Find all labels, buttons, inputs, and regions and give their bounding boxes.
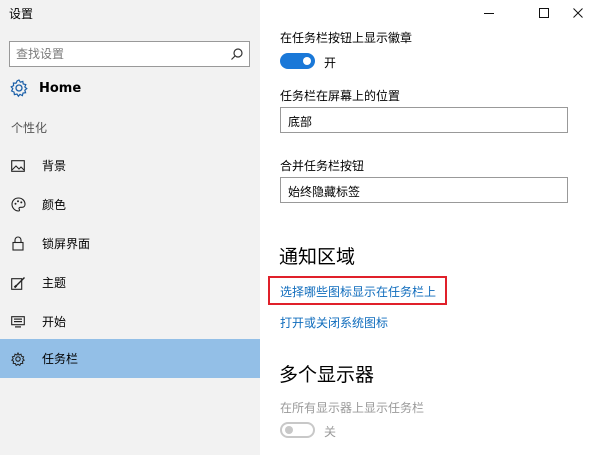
show-on-all-toggle-state: 关: [324, 425, 337, 439]
sidebar-item-taskbar[interactable]: 任务栏: [0, 339, 260, 378]
taskbar-icon: [10, 351, 26, 367]
sidebar-item-lock-screen[interactable]: 锁屏界面: [0, 224, 260, 263]
home-nav-item[interactable]: Home: [9, 77, 81, 99]
sidebar-item-label: 锁屏界面: [42, 237, 91, 251]
search-input[interactable]: [10, 42, 224, 66]
show-on-all-displays-label: 在所有显示器上显示任务栏: [280, 401, 425, 415]
sidebar-item-label: 任务栏: [42, 352, 79, 366]
combine-value: 始终隐藏标签: [288, 185, 361, 199]
system-icons-link[interactable]: 打开或关闭系统图标: [280, 314, 388, 331]
position-label: 任务栏在屏幕上的位置: [280, 89, 401, 103]
position-value: 底部: [288, 115, 313, 129]
badges-toggle-state: 开: [324, 56, 337, 70]
lock-icon: [10, 236, 26, 252]
search-box[interactable]: [9, 41, 250, 67]
start-menu-icon: [10, 314, 26, 330]
settings-panel: 在任务栏按钮上显示徽章 开 任务栏在屏幕上的位置 底部 合并任务栏按钮 始终隐藏…: [260, 0, 600, 455]
sidebar-item-label: 颜色: [42, 198, 67, 212]
sidebar-item-start[interactable]: 开始: [0, 302, 260, 341]
brush-icon: [10, 275, 26, 291]
select-taskbar-icons-link[interactable]: 选择哪些图标显示在任务栏上: [280, 283, 436, 300]
combine-label: 合并任务栏按钮: [280, 159, 365, 173]
palette-icon: [10, 197, 26, 213]
toggle-knob: [303, 57, 311, 65]
badges-toggle[interactable]: [280, 53, 315, 69]
search-icon[interactable]: [230, 47, 244, 61]
sidebar-item-label: 开始: [42, 315, 67, 329]
window-title: 设置: [9, 7, 34, 21]
sidebar-item-themes[interactable]: 主题: [0, 263, 260, 302]
combine-dropdown[interactable]: 始终隐藏标签: [280, 177, 568, 203]
notification-area-heading: 通知区域: [279, 246, 356, 268]
badges-label: 在任务栏按钮上显示徽章: [280, 31, 413, 45]
sidebar-item-background[interactable]: 背景: [0, 146, 260, 185]
sidebar-item-label: 背景: [42, 159, 67, 173]
sidebar-item-colors[interactable]: 颜色: [0, 185, 260, 224]
toggle-knob: [285, 426, 293, 434]
home-label: Home: [39, 80, 82, 96]
position-dropdown[interactable]: 底部: [280, 107, 568, 133]
sidebar: 设置 Home 个性化 背景 颜色 锁屏界面: [0, 0, 260, 455]
sidebar-item-label: 主题: [42, 276, 67, 290]
section-label: 个性化: [11, 121, 48, 135]
show-on-all-displays-toggle[interactable]: [280, 422, 315, 438]
gear-icon: [10, 79, 28, 98]
picture-icon: [10, 158, 26, 174]
multiple-displays-heading: 多个显示器: [279, 364, 375, 386]
